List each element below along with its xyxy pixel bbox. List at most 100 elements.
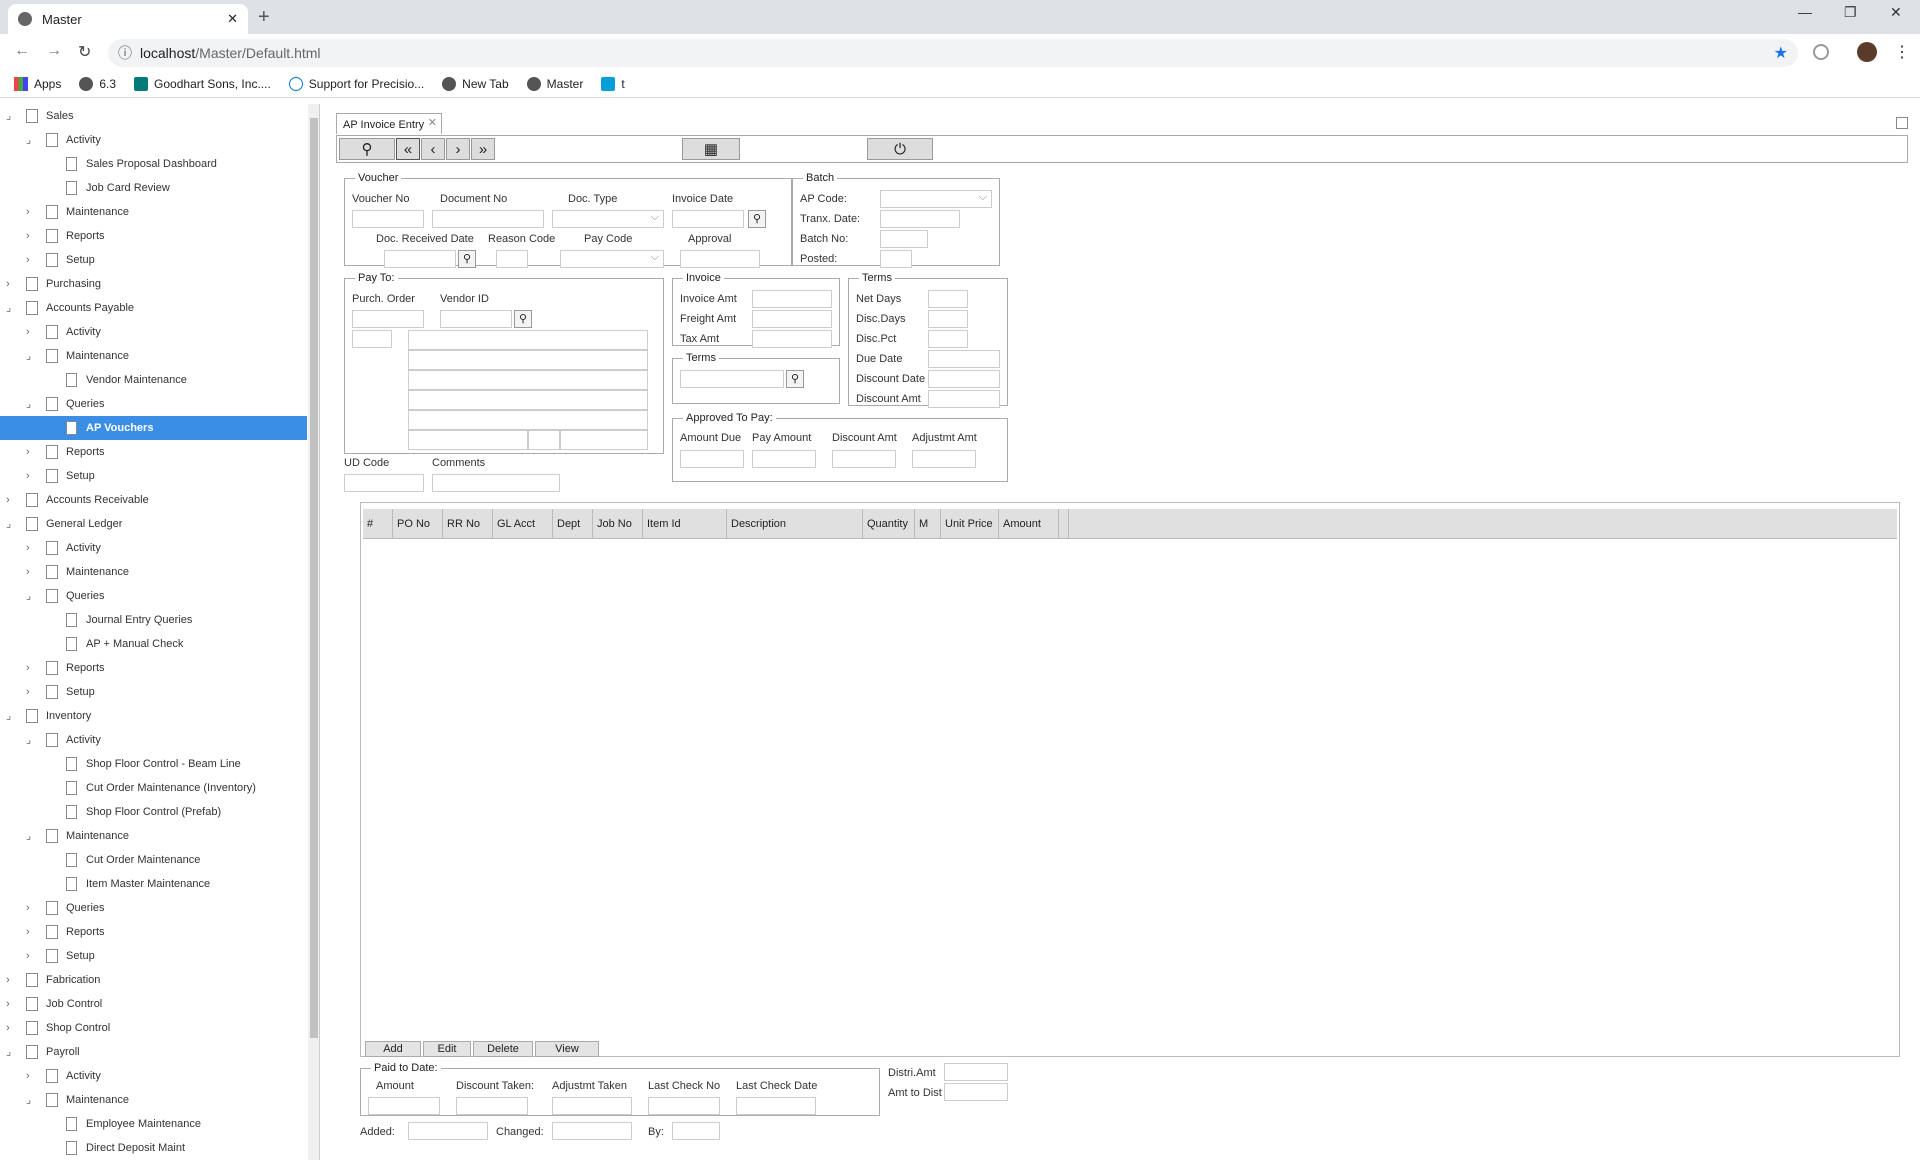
tree-item[interactable]: › Purchasing [0, 272, 307, 296]
disc-pct-input[interactable] [928, 330, 968, 348]
tree-item[interactable]: › Maintenance [0, 560, 307, 584]
doc-type-select[interactable]: ⌵ [552, 210, 664, 228]
tree-item[interactable]: › Queries [0, 896, 307, 920]
expand-icon[interactable]: › [26, 950, 38, 962]
collapse-icon[interactable]: ⌟ [26, 830, 38, 842]
browser-tab[interactable]: Master ✕ [8, 4, 248, 34]
close-icon[interactable]: ✕ [428, 116, 437, 129]
expand-icon[interactable]: › [26, 662, 38, 674]
tree-item[interactable]: ⌟ Inventory [0, 704, 307, 728]
delete-button[interactable]: Delete [473, 1041, 533, 1057]
address-line2-input[interactable] [408, 370, 648, 390]
tree-item[interactable]: ⌟ Payroll [0, 1040, 307, 1064]
grid-column-header[interactable]: Job No [593, 509, 643, 539]
tree-item[interactable]: ⌟ Maintenance [0, 1088, 307, 1112]
address-line1-input[interactable] [408, 350, 648, 370]
collapse-icon[interactable]: ⌟ [6, 302, 18, 314]
tree-item[interactable]: Cut Order Maintenance (Inventory) [0, 776, 307, 800]
tree-item[interactable]: › Setup [0, 248, 307, 272]
tree-item[interactable]: › Reports [0, 440, 307, 464]
add-button[interactable]: Add [365, 1041, 421, 1057]
bookmark-apps[interactable]: Apps [14, 76, 61, 91]
grid-column-header[interactable]: RR No [443, 509, 493, 539]
approval-input[interactable] [680, 250, 760, 268]
bookmark-item[interactable]: 6.3 [79, 76, 116, 91]
amt-to-dist-input[interactable] [944, 1083, 1008, 1101]
tree-item[interactable]: Job Card Review [0, 176, 307, 200]
tree-item[interactable]: › Activity [0, 1064, 307, 1088]
last-record-button[interactable]: » [471, 138, 495, 160]
terms-search-icon[interactable]: ⚲ [786, 370, 804, 388]
bookmark-item[interactable]: Support for Precisio... [288, 76, 424, 91]
pay-code-select[interactable]: ⌵ [560, 250, 664, 268]
expand-icon[interactable]: › [26, 206, 38, 218]
tree-item[interactable]: › Accounts Receivable [0, 488, 307, 512]
next-record-button[interactable]: › [446, 138, 470, 160]
tree-item[interactable]: ⌟ General Ledger [0, 512, 307, 536]
back-icon[interactable]: ← [14, 42, 30, 60]
collapse-icon[interactable]: ⌟ [26, 350, 38, 362]
tree-item[interactable]: › Shop Control [0, 1016, 307, 1040]
expand-icon[interactable]: › [6, 974, 18, 986]
grid-column-header[interactable]: Item Id [643, 509, 727, 539]
tree-item[interactable]: ⌟ Activity [0, 728, 307, 752]
doc-received-date-input[interactable] [384, 250, 456, 268]
grid-column-header[interactable]: M [915, 509, 941, 539]
form-tab[interactable]: AP Invoice Entry ✕ [336, 113, 442, 134]
grid-column-header[interactable]: GL Acct [493, 509, 553, 539]
invoice-date-input[interactable] [672, 210, 744, 228]
previous-record-button[interactable]: ‹ [421, 138, 445, 160]
posted-input[interactable] [880, 250, 912, 268]
tree-item[interactable]: › Reports [0, 920, 307, 944]
first-record-button[interactable]: « [396, 138, 420, 160]
tree-item[interactable]: › Reports [0, 656, 307, 680]
tree-item[interactable]: ⌟ Activity [0, 128, 307, 152]
grid-column-header[interactable]: Amount [999, 509, 1059, 539]
tree-item[interactable]: › Setup [0, 944, 307, 968]
vendor-search-icon[interactable]: ⚲ [514, 310, 532, 328]
tree-item[interactable]: Sales Proposal Dashboard [0, 152, 307, 176]
expand-icon[interactable]: › [26, 566, 38, 578]
bookmark-item[interactable]: Master [526, 76, 583, 91]
expand-icon[interactable]: › [6, 494, 18, 506]
menu-dots-icon[interactable]: ⋮ [1894, 42, 1910, 62]
freight-amt-input[interactable] [752, 310, 832, 328]
tree-item[interactable]: ⌟ Queries [0, 584, 307, 608]
terms-code-input[interactable] [680, 370, 784, 388]
expand-icon[interactable]: › [26, 446, 38, 458]
tree-item[interactable]: ⌟ Maintenance [0, 824, 307, 848]
tree-item[interactable]: Item Master Maintenance [0, 872, 307, 896]
city-input[interactable] [408, 430, 528, 450]
reason-code-input[interactable] [496, 250, 528, 268]
address-line3-input[interactable] [408, 390, 648, 410]
invoice-date-search-icon[interactable]: ⚲ [748, 210, 766, 228]
new-tab-icon[interactable]: + [258, 6, 270, 29]
expand-icon[interactable]: › [26, 926, 38, 938]
reload-icon[interactable]: ↻ [78, 42, 91, 62]
last-check-no-input[interactable] [648, 1097, 720, 1115]
restore-icon[interactable]: ❐ [1844, 4, 1857, 21]
collapse-icon[interactable]: ⌟ [6, 110, 18, 122]
bookmark-item[interactable]: Goodhart Sons, Inc.... [134, 76, 271, 91]
tree-item[interactable]: › Setup [0, 464, 307, 488]
address-line4-input[interactable] [408, 410, 648, 430]
pay-amount-input[interactable] [752, 450, 816, 468]
distri-amt-input[interactable] [944, 1063, 1008, 1081]
star-icon[interactable]: ★ [1774, 43, 1788, 63]
due-date-input[interactable] [928, 350, 1000, 368]
grid-column-header[interactable]: # [363, 509, 393, 539]
view-button[interactable]: View [535, 1041, 599, 1057]
tree-item[interactable]: › Reports [0, 224, 307, 248]
search-button[interactable]: ⚲ [339, 138, 395, 160]
expand-icon[interactable]: › [26, 470, 38, 482]
tree-item[interactable]: Cut Order Maintenance [0, 848, 307, 872]
last-check-date-input[interactable] [736, 1097, 816, 1115]
amount-due-input[interactable] [680, 450, 744, 468]
tree-item[interactable]: AP Vouchers [0, 416, 307, 440]
collapse-icon[interactable]: ⌟ [26, 590, 38, 602]
collapse-icon[interactable]: ⌟ [26, 1094, 38, 1106]
layout-grid-icon[interactable] [1896, 117, 1908, 129]
purch-order-input[interactable] [352, 310, 424, 328]
collapse-icon[interactable]: ⌟ [6, 518, 18, 530]
extension-icon[interactable] [1813, 44, 1829, 60]
